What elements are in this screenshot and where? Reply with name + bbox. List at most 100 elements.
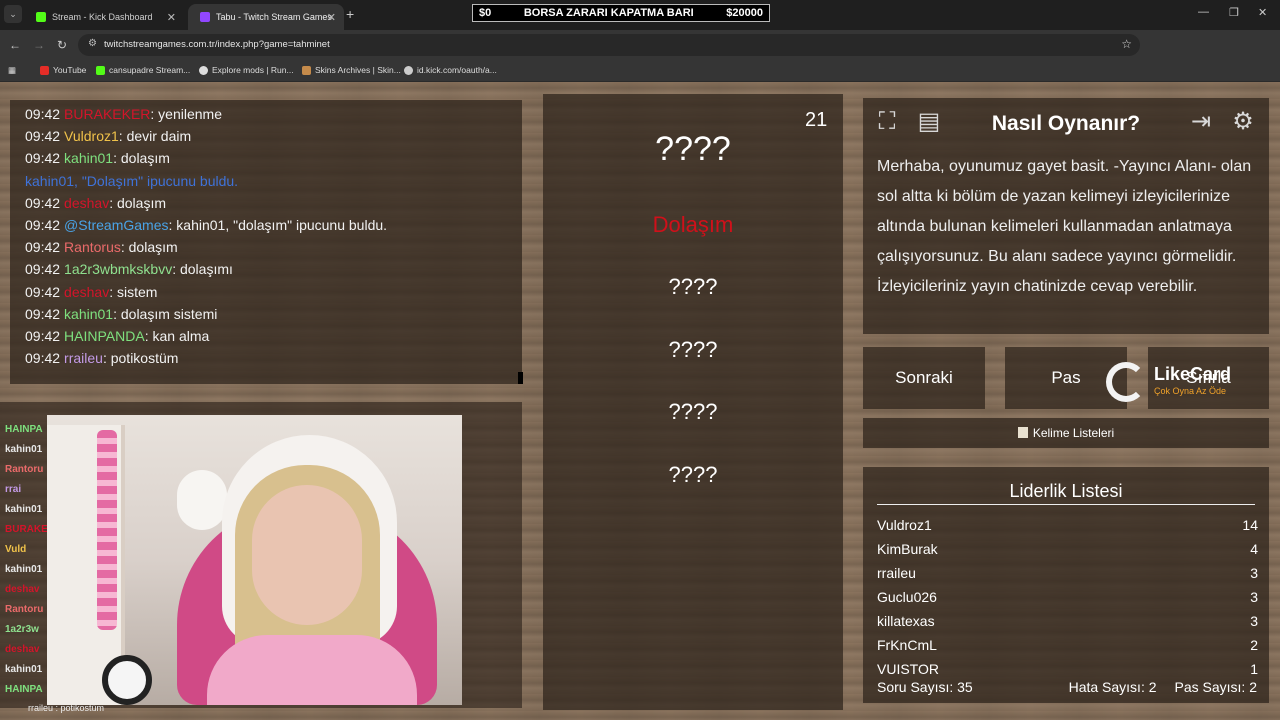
overlay-chat-user: kahin01: [5, 564, 43, 575]
overlay-chat-caption: rraileu : potikostüm: [28, 703, 105, 713]
chat-username[interactable]: deshav: [64, 195, 109, 211]
hidden-hint: ????: [668, 274, 718, 299]
leaderboard-name: rraileu: [877, 565, 916, 581]
chat-username[interactable]: @StreamGames: [64, 217, 168, 233]
gear-icon[interactable]: ⚙: [1227, 106, 1259, 138]
chat-username[interactable]: kahin01,: [25, 173, 78, 189]
overlay-chat-user: rrai: [5, 484, 22, 495]
likecard-tagline: Çok Oyna Az Öde: [1154, 386, 1227, 396]
chat-timestamp: 09:42: [25, 283, 61, 300]
leaderboard-row: Vuldroz1 14: [877, 517, 1258, 533]
chat-username[interactable]: Rantorus: [64, 239, 121, 255]
webcam-feed: [47, 415, 462, 705]
chat-text: : kan alma: [144, 328, 210, 344]
bookmark-mods[interactable]: Explore mods | Run...: [199, 65, 294, 75]
tab-search-button[interactable]: ⌄: [4, 5, 22, 23]
overlay-chat-user: Rantoru: [5, 464, 44, 475]
chat-username[interactable]: Vuldroz1: [64, 128, 119, 144]
chat-username[interactable]: deshav: [64, 284, 109, 300]
chat-timestamp: 09:42: [25, 328, 61, 344]
word-lists-label: Kelime Listeleri: [1032, 426, 1115, 440]
minimize-icon[interactable]: —: [1198, 6, 1209, 18]
tab-bar: ⌄ Stream - Kick Dashboard ✕ Tabu - Twitc…: [0, 0, 1280, 30]
kick-icon: [96, 65, 105, 75]
hidden-hint: ????: [668, 399, 718, 424]
bookmark-kick[interactable]: cansupadre Stream...: [96, 65, 190, 75]
leaderboard-score: 3: [1250, 613, 1258, 629]
overlay-banner: $0 BORSA ZARARI KAPATMA BARI $20000: [472, 4, 770, 22]
apps-grid-icon[interactable]: ▦: [8, 65, 16, 76]
chat-message: 09:42 Vuldroz1: devir daim: [25, 128, 191, 144]
chat-message: 09:42 deshav: dolaşım: [25, 195, 166, 211]
hidden-hint: ????: [668, 462, 718, 487]
webcam-flowers: [97, 430, 117, 630]
compass-icon: [199, 65, 208, 75]
hidden-hint: ????: [668, 337, 718, 362]
banner-title: BORSA ZARARI KAPATMA BARI: [523, 7, 694, 19]
leaderboard-stats: Soru Sayısı: 35 Hata Sayısı: 2 Pas Sayıs…: [877, 679, 1257, 695]
chat-username[interactable]: BURAKEKER: [64, 106, 150, 122]
leaderboard-row: killatexas 3: [877, 613, 1258, 629]
chat-username[interactable]: kahin01: [64, 150, 113, 166]
chat-message: 09:42 kahin01: dolaşım sistemi: [25, 306, 217, 322]
chat-username[interactable]: 1a2r3wbmkskbvv: [64, 261, 172, 277]
logout-icon[interactable]: ⇥: [1185, 106, 1217, 138]
error-count: Hata Sayısı: 2: [1068, 679, 1157, 695]
leaderboard-name: Guclu026: [877, 589, 937, 605]
chat-text: : dolaşım: [120, 239, 178, 256]
close-icon[interactable]: ✕: [327, 7, 336, 29]
next-button[interactable]: Sonraki: [863, 347, 985, 409]
twitch-icon: [200, 12, 210, 22]
tab-twitch-games[interactable]: Tabu - Twitch Stream Games ✕: [188, 4, 344, 30]
bookmark-label: id.kick.com/oauth/a...: [417, 65, 497, 75]
word-lists-button[interactable]: Kelime Listeleri: [863, 418, 1269, 448]
chat-text: : potikostüm: [102, 350, 179, 367]
bookmark-label: Explore mods | Run...: [212, 65, 294, 75]
reload-icon[interactable]: ↻: [57, 38, 67, 52]
close-icon[interactable]: ✕: [167, 7, 176, 29]
chat-message: 09:42 Rantorus: dolaşım: [25, 239, 178, 255]
chat-message: 09:42 @StreamGames: kahin01, "dolaşım" ip…: [25, 217, 387, 233]
leaderboard-row: Guclu026 3: [877, 589, 1258, 605]
leaderboard-divider: [877, 504, 1255, 505]
chat-message: 09:42 deshav: sistem: [25, 284, 157, 300]
pass-count: Pas Sayısı: 2: [1174, 679, 1257, 695]
bookmark-youtube[interactable]: YouTube: [40, 65, 86, 75]
chat-message: 09:42 BURAKEKER: yenilenme: [25, 106, 222, 122]
leaderboard-row: KimBurak 4: [877, 541, 1258, 557]
likecard-name: LikeCard: [1154, 364, 1232, 384]
chat-text: : dolaşım sistemi: [113, 305, 218, 322]
restore-icon[interactable]: ❐: [1229, 6, 1239, 19]
leaderboard-row: FrKnCmL 2: [877, 637, 1258, 653]
leaderboard-title: Liderlik Listesi: [1009, 481, 1123, 501]
chat-timestamp: 09:42: [25, 305, 61, 322]
window-close-icon[interactable]: ✕: [1258, 6, 1267, 19]
forward-icon[interactable]: →: [33, 38, 45, 52]
leaderboard-score: 3: [1250, 565, 1258, 581]
bookmarks-bar: ▦ YouTube cansupadre Stream... Explore m…: [0, 60, 1280, 82]
words-panel: 21 ???? Dolaşım ???? ???? ???? ????: [543, 94, 843, 710]
leaderboard-score: 4: [1250, 541, 1258, 557]
tab-kick-dashboard[interactable]: Stream - Kick Dashboard ✕: [24, 4, 184, 30]
url-bar[interactable]: ⚙ twitchstreamgames.com.tr/index.php?gam…: [78, 34, 1140, 56]
new-tab-button[interactable]: +: [346, 6, 354, 22]
back-icon[interactable]: ←: [9, 38, 21, 52]
webcam-teddy-bear: [177, 470, 227, 530]
chat-timestamp: 09:42: [25, 217, 61, 233]
found-hint: Dolaşım: [652, 212, 734, 237]
bookmark-skins[interactable]: Skins Archives | Skin...: [302, 65, 401, 75]
bookmark-star-icon[interactable]: ☆: [1121, 37, 1132, 51]
bookmark-kick-oauth[interactable]: id.kick.com/oauth/a...: [404, 65, 497, 75]
overlay-chat-user: kahin01: [5, 444, 43, 455]
overlay-chat-user: HAINPA: [5, 424, 43, 435]
chat-username[interactable]: rraileu: [64, 350, 103, 366]
leaderboard-name: KimBurak: [877, 541, 938, 557]
leaderboard-score: 14: [1242, 517, 1258, 533]
chat-scrollbar[interactable]: [518, 372, 523, 384]
chat-text: "Dolaşım" ipucunu buldu.: [77, 172, 239, 189]
chat-username[interactable]: kahin01: [64, 306, 113, 322]
overlay-chat-user: BURAKE: [5, 524, 48, 535]
chat-text: : sistem: [109, 283, 158, 300]
chat-username[interactable]: HAINPANDA: [64, 328, 145, 344]
site-info-icon[interactable]: ⚙: [88, 38, 97, 49]
